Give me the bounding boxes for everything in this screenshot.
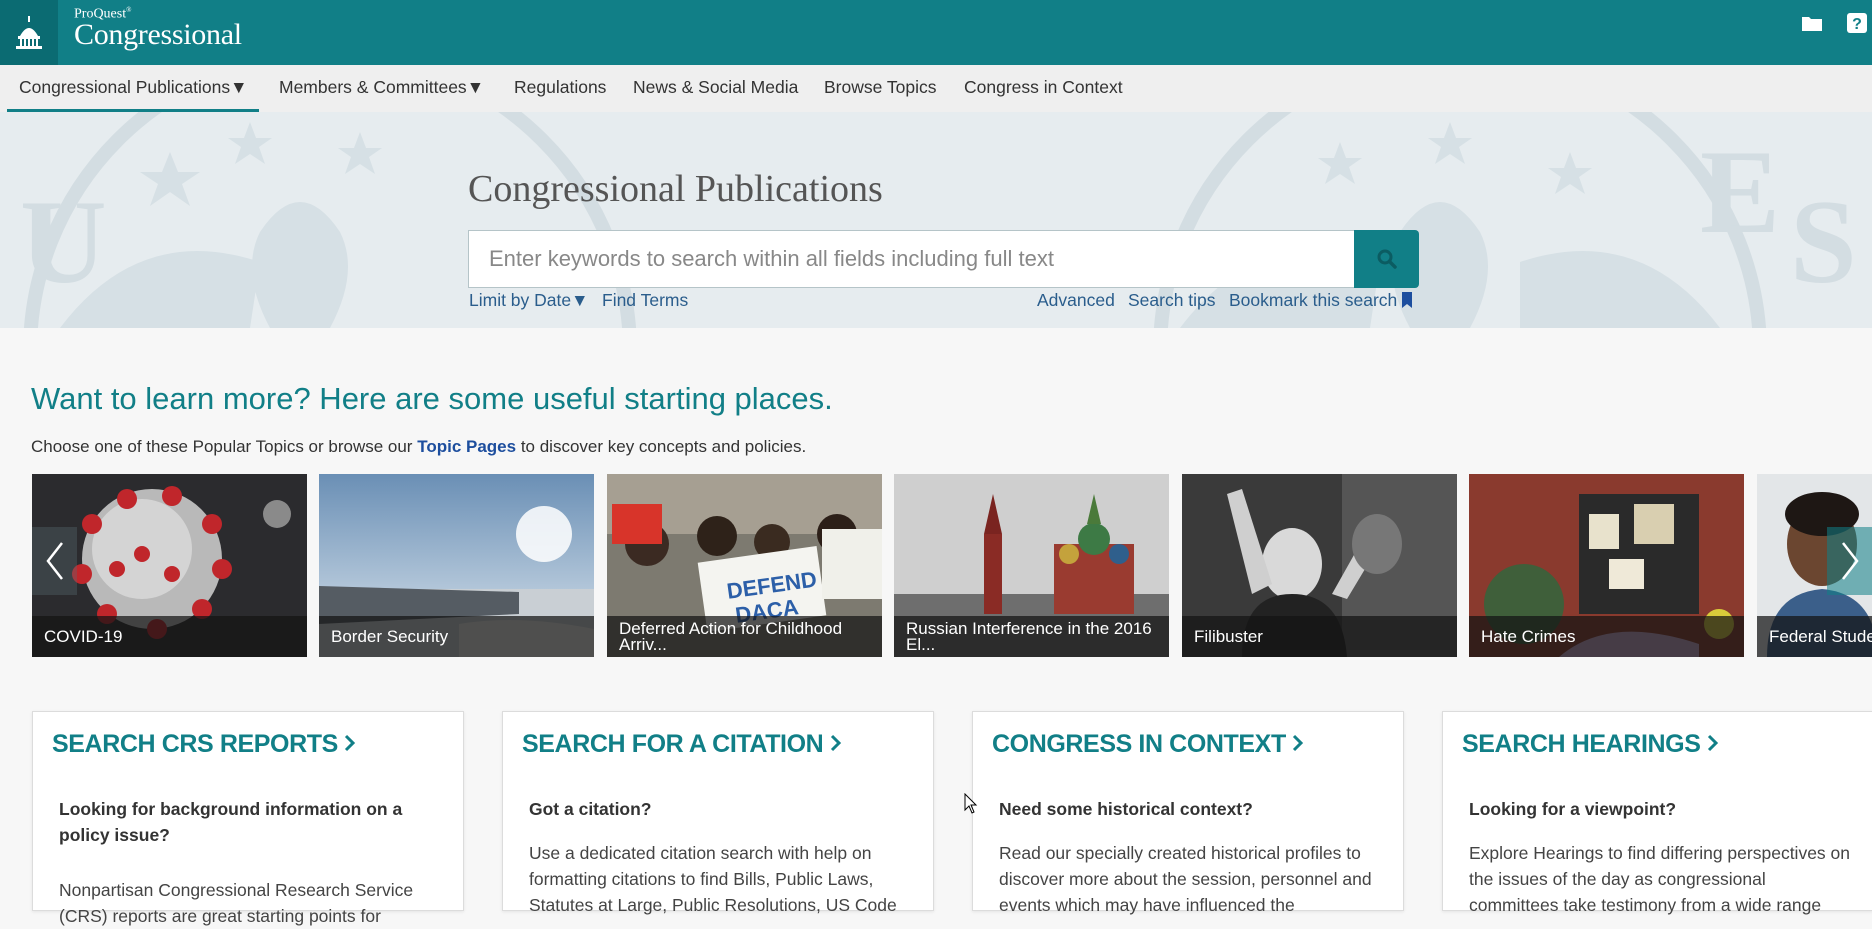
- top-bar: ProQuest® Congressional ?: [0, 0, 1872, 65]
- learn-more-subtitle: Choose one of these Popular Topics or br…: [31, 437, 807, 456]
- topic-label: Deferred Action for Childhood Arriv...: [607, 616, 882, 657]
- topic-card-filibuster[interactable]: Filibuster: [1182, 474, 1457, 657]
- nav-browse-topics[interactable]: Browse Topics: [824, 65, 937, 112]
- panel-body: Nonpartisan Congressional Research Servi…: [59, 880, 414, 926]
- carousel-prev-button[interactable]: [32, 527, 77, 595]
- help-icon[interactable]: ?: [1846, 12, 1868, 34]
- panel-crs-reports: SEARCH CRS REPORTS Looking for backgroun…: [32, 711, 464, 926]
- limit-by-date-link[interactable]: Limit by Date▼: [469, 290, 588, 311]
- search-box: [468, 230, 1356, 288]
- search-tips-link[interactable]: Search tips: [1128, 290, 1216, 311]
- topic-label: Filibuster: [1182, 616, 1457, 657]
- topic-label: Federal Stude: [1757, 616, 1872, 657]
- capitol-logo[interactable]: [0, 0, 58, 65]
- topic-label: COVID-19: [32, 616, 307, 657]
- panel-citation: SEARCH FOR A CITATION Got a citation? Us…: [502, 711, 934, 915]
- panel-body: Explore Hearings to find differing persp…: [1469, 843, 1851, 915]
- caret-down-icon: ▼: [571, 290, 589, 310]
- nav-news-social-media[interactable]: News & Social Media: [633, 65, 798, 112]
- find-terms-link[interactable]: Find Terms: [602, 290, 688, 311]
- topic-card-daca[interactable]: DEFEND DACA Deferred Action for Childhoo…: [607, 474, 882, 657]
- nav-congressional-publications[interactable]: Congressional Publications▼: [7, 65, 260, 112]
- panel-body: Use a dedicated citation search with hel…: [529, 843, 897, 915]
- svg-text:U: U: [20, 175, 107, 308]
- chevron-right-icon: [345, 734, 356, 752]
- svg-text:S: S: [1790, 175, 1857, 308]
- topic-pages-link[interactable]: Topic Pages: [417, 437, 516, 456]
- svg-text:?: ?: [1852, 16, 1862, 33]
- topic-carousel: COVID-19 Border Security DEFEND DACA Def…: [0, 474, 1872, 657]
- learn-more-title: Want to learn more? Here are some useful…: [31, 381, 833, 416]
- panel-question: Need some historical context?: [999, 799, 1253, 819]
- topic-card-hate-crimes[interactable]: Hate Crimes: [1469, 474, 1744, 657]
- search-hero: U E S Congressional Publications Limit b…: [0, 112, 1872, 328]
- topic-label: Border Security: [319, 616, 594, 657]
- nav-congress-in-context[interactable]: Congress in Context: [964, 65, 1123, 112]
- capitol-icon: [16, 15, 42, 49]
- hearings-search-link[interactable]: SEARCH HEARINGS: [1462, 730, 1719, 759]
- panel-hearings: SEARCH HEARINGS Looking for a viewpoint?…: [1442, 711, 1872, 915]
- bookmark-search-link[interactable]: Bookmark this search: [1229, 290, 1413, 311]
- panel-body: Read our specially created historical pr…: [999, 843, 1372, 915]
- chevron-right-icon: [1841, 542, 1859, 580]
- search-button[interactable]: [1354, 230, 1419, 288]
- page-title: Congressional Publications: [468, 168, 883, 210]
- bookmark-icon: [1402, 292, 1413, 308]
- panel-congress-in-context: CONGRESS IN CONTEXT Need some historical…: [972, 711, 1404, 915]
- panel-question: Looking for a viewpoint?: [1469, 799, 1677, 819]
- advanced-search-link[interactable]: Advanced: [1037, 290, 1115, 311]
- citation-search-link[interactable]: SEARCH FOR A CITATION: [522, 730, 842, 759]
- topic-card-russian-interference[interactable]: Russian Interference in the 2016 El...: [894, 474, 1169, 657]
- search-input[interactable]: [469, 231, 1355, 287]
- topic-label: Hate Crimes: [1469, 616, 1744, 657]
- svg-text:E: E: [1700, 125, 1780, 258]
- nav-members-committees[interactable]: Members & Committees▼: [279, 65, 484, 112]
- seal-background: U E S: [20, 112, 1857, 328]
- crs-reports-link[interactable]: SEARCH CRS REPORTS: [52, 730, 356, 759]
- magnifier-icon: [1377, 249, 1397, 269]
- topic-card-border-security[interactable]: Border Security: [319, 474, 594, 657]
- panel-question: Looking for background information on a …: [59, 799, 403, 845]
- panel-question: Got a citation?: [529, 799, 652, 819]
- topic-label: Russian Interference in the 2016 El...: [894, 616, 1169, 657]
- chevron-left-icon: [45, 542, 63, 580]
- caret-down-icon: ▼: [230, 77, 248, 97]
- mouse-cursor-icon: [964, 793, 978, 814]
- main-nav: Congressional Publications▼ Members & Co…: [0, 65, 1872, 112]
- brand-congressional[interactable]: Congressional: [74, 18, 242, 52]
- caret-down-icon: ▼: [466, 77, 485, 97]
- folder-icon[interactable]: [1801, 12, 1823, 34]
- carousel-next-button[interactable]: [1827, 527, 1872, 595]
- chevron-right-icon: [830, 734, 841, 752]
- chevron-right-icon: [1293, 734, 1304, 752]
- nav-regulations[interactable]: Regulations: [514, 65, 606, 112]
- congress-in-context-link[interactable]: CONGRESS IN CONTEXT: [992, 730, 1304, 759]
- chevron-right-icon: [1707, 734, 1719, 752]
